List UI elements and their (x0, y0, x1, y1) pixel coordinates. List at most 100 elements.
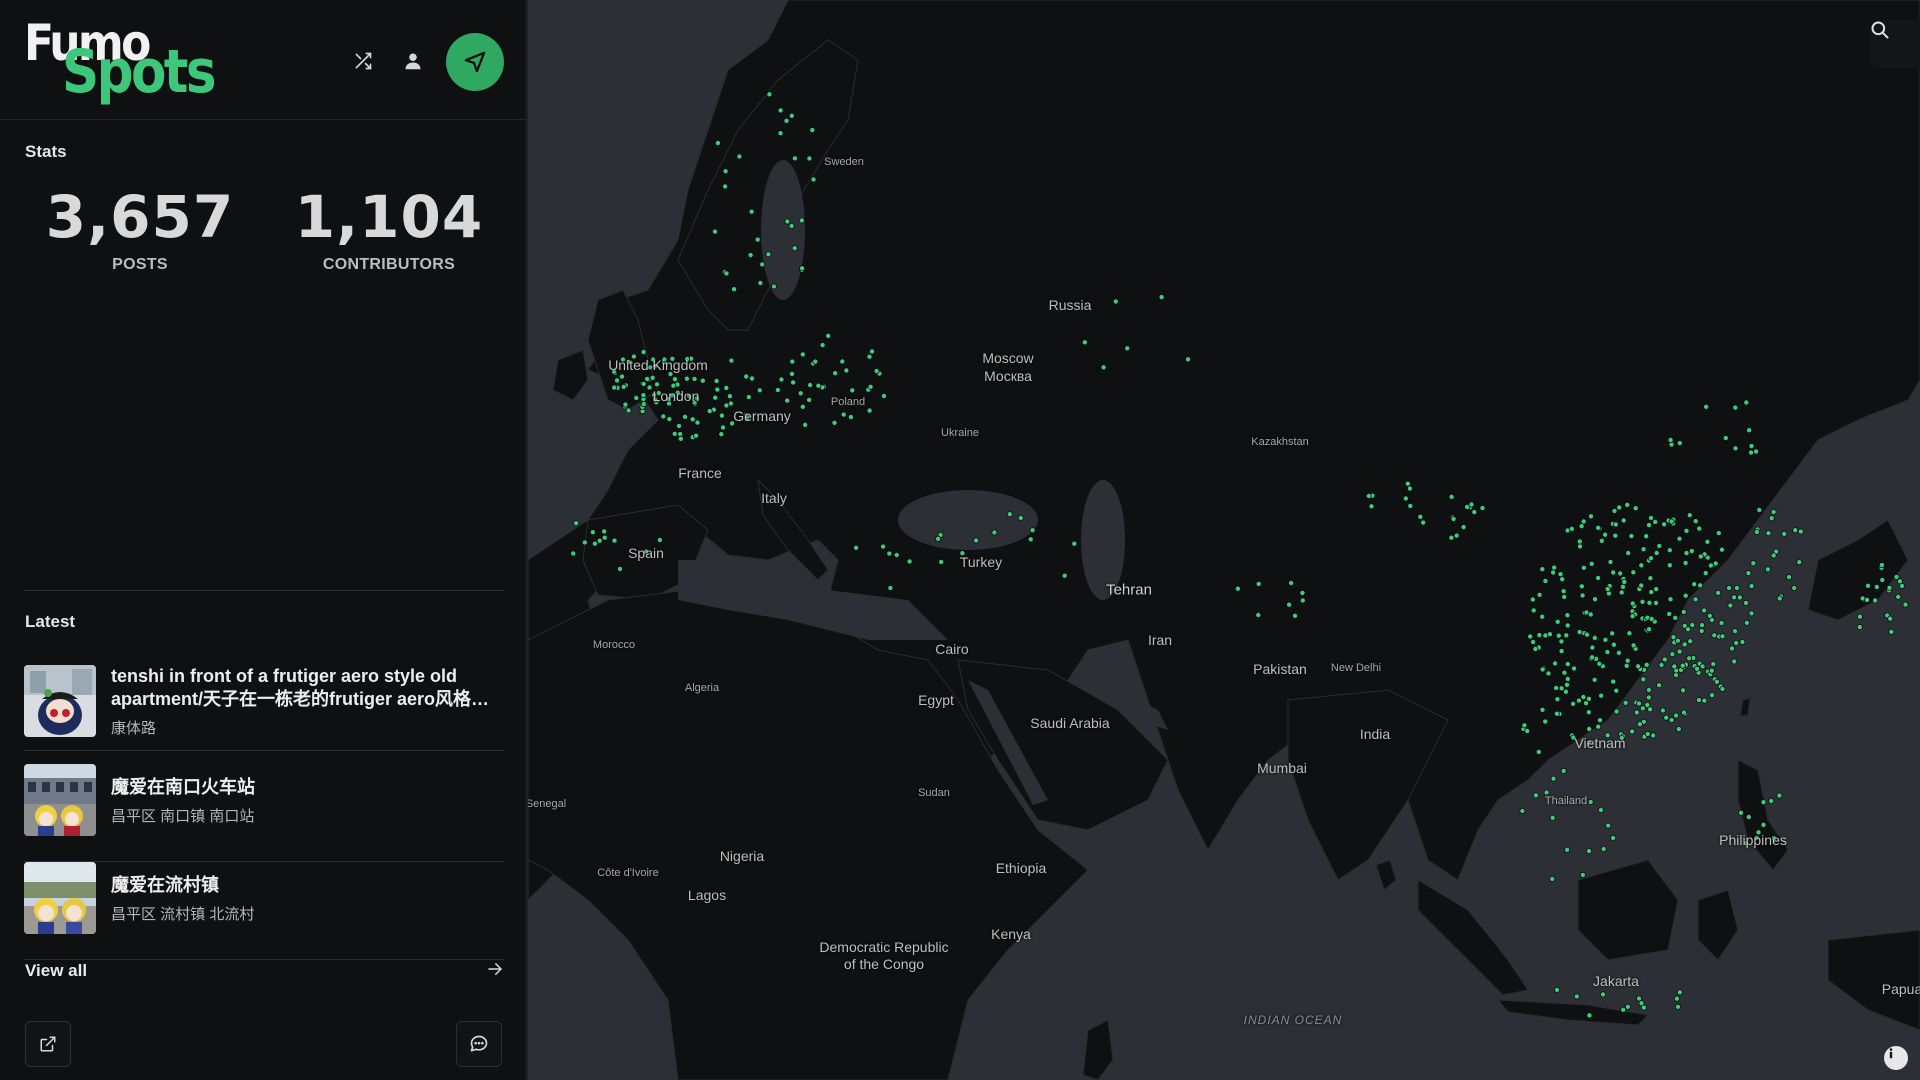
map-search-button[interactable] (1870, 20, 1920, 68)
spot-marker[interactable] (1630, 569, 1637, 576)
spot-marker[interactable] (1568, 525, 1575, 532)
spot-marker[interactable] (611, 384, 618, 391)
spot-marker[interactable] (799, 403, 806, 410)
spot-marker[interactable] (573, 520, 580, 527)
spot-marker[interactable] (1613, 708, 1620, 715)
spot-marker[interactable] (1626, 630, 1633, 637)
spot-marker[interactable] (784, 397, 791, 404)
spot-marker[interactable] (799, 265, 806, 272)
spot-marker[interactable] (1530, 607, 1537, 614)
spot-marker[interactable] (973, 537, 980, 544)
spot-marker[interactable] (1661, 656, 1668, 663)
spot-marker[interactable] (1666, 562, 1673, 569)
spot-marker[interactable] (1648, 615, 1655, 622)
spot-marker[interactable] (1719, 633, 1726, 640)
spot-marker[interactable] (1570, 700, 1577, 707)
spot-marker[interactable] (1696, 525, 1703, 532)
spot-marker[interactable] (789, 358, 796, 365)
spot-marker[interactable] (1776, 595, 1783, 602)
spot-marker[interactable] (1888, 628, 1895, 635)
spot-marker[interactable] (1578, 523, 1585, 530)
spot-marker[interactable] (1683, 550, 1690, 557)
spot-marker[interactable] (766, 91, 773, 98)
spot-marker[interactable] (1688, 548, 1695, 555)
spot-marker[interactable] (1624, 1003, 1631, 1010)
spot-marker[interactable] (1873, 583, 1880, 590)
spot-marker[interactable] (1554, 986, 1561, 993)
map-attribution-button[interactable] (1884, 1046, 1908, 1070)
spot-marker[interactable] (1640, 676, 1647, 683)
spot-marker[interactable] (1558, 648, 1565, 655)
spot-marker[interactable] (1718, 619, 1725, 626)
spot-marker[interactable] (654, 381, 661, 388)
spot-marker[interactable] (1680, 687, 1687, 694)
spot-marker[interactable] (1708, 667, 1715, 674)
navigate-button[interactable] (446, 33, 504, 91)
spot-marker[interactable] (723, 384, 730, 391)
spot-marker[interactable] (1756, 506, 1763, 513)
spot-marker[interactable] (620, 383, 627, 390)
spot-marker[interactable] (589, 529, 596, 536)
spot-marker[interactable] (722, 183, 729, 190)
spot-marker[interactable] (1521, 722, 1528, 729)
spot-marker[interactable] (1564, 846, 1571, 853)
spot-marker[interactable] (1600, 991, 1607, 998)
spot-marker[interactable] (1559, 576, 1566, 583)
spot-marker[interactable] (1553, 710, 1560, 717)
spot-marker[interactable] (1719, 686, 1726, 693)
spot-marker[interactable] (809, 127, 816, 134)
spot-marker[interactable] (1692, 518, 1699, 525)
spot-marker[interactable] (1697, 582, 1704, 589)
spot-marker[interactable] (1577, 543, 1584, 550)
spot-marker[interactable] (788, 112, 795, 119)
spot-marker[interactable] (1656, 682, 1663, 689)
spot-marker[interactable] (675, 422, 682, 429)
spot-marker[interactable] (1668, 518, 1675, 525)
spot-marker[interactable] (1620, 1006, 1627, 1013)
spot-marker[interactable] (619, 373, 626, 380)
spot-marker[interactable] (1591, 634, 1598, 641)
spot-marker[interactable] (810, 176, 817, 183)
spot-marker[interactable] (1856, 624, 1863, 631)
spot-marker[interactable] (1617, 570, 1624, 577)
spot-marker[interactable] (1551, 564, 1558, 571)
spot-marker[interactable] (1667, 436, 1674, 443)
spot-marker[interactable] (1539, 613, 1546, 620)
spot-marker[interactable] (1620, 517, 1627, 524)
spot-marker[interactable] (1542, 718, 1549, 725)
spot-marker[interactable] (1549, 876, 1556, 883)
spot-marker[interactable] (1602, 636, 1609, 643)
spot-marker[interactable] (1624, 657, 1631, 664)
spot-marker[interactable] (1632, 505, 1639, 512)
spot-marker[interactable] (1299, 597, 1306, 604)
spot-marker[interactable] (1673, 712, 1680, 719)
spot-marker[interactable] (1630, 642, 1637, 649)
spot-marker[interactable] (1768, 515, 1775, 522)
spot-marker[interactable] (1709, 692, 1716, 699)
spot-marker[interactable] (666, 416, 673, 423)
spot-marker[interactable] (1639, 705, 1646, 712)
spot-marker[interactable] (1587, 798, 1594, 805)
spot-marker[interactable] (1640, 546, 1647, 553)
spot-marker[interactable] (1698, 627, 1705, 634)
spot-marker[interactable] (1776, 792, 1783, 799)
spot-marker[interactable] (581, 539, 588, 546)
spot-marker[interactable] (1595, 524, 1602, 531)
spot-marker[interactable] (1680, 609, 1687, 616)
spot-marker[interactable] (1609, 630, 1616, 637)
spot-marker[interactable] (1743, 599, 1750, 606)
spot-marker[interactable] (1864, 596, 1871, 603)
spot-marker[interactable] (1623, 662, 1630, 669)
spot-marker[interactable] (1666, 611, 1673, 618)
spot-marker[interactable] (1732, 404, 1739, 411)
spot-marker[interactable] (1669, 651, 1676, 658)
spot-marker[interactable] (1542, 577, 1549, 584)
spot-marker[interactable] (788, 222, 795, 229)
spot-marker[interactable] (1738, 809, 1745, 816)
spot-marker[interactable] (1550, 775, 1557, 782)
spot-marker[interactable] (825, 332, 832, 339)
spot-marker[interactable] (1887, 615, 1894, 622)
spot-marker[interactable] (1524, 727, 1531, 734)
spot-marker[interactable] (849, 387, 856, 394)
spot-marker[interactable] (1674, 637, 1681, 644)
